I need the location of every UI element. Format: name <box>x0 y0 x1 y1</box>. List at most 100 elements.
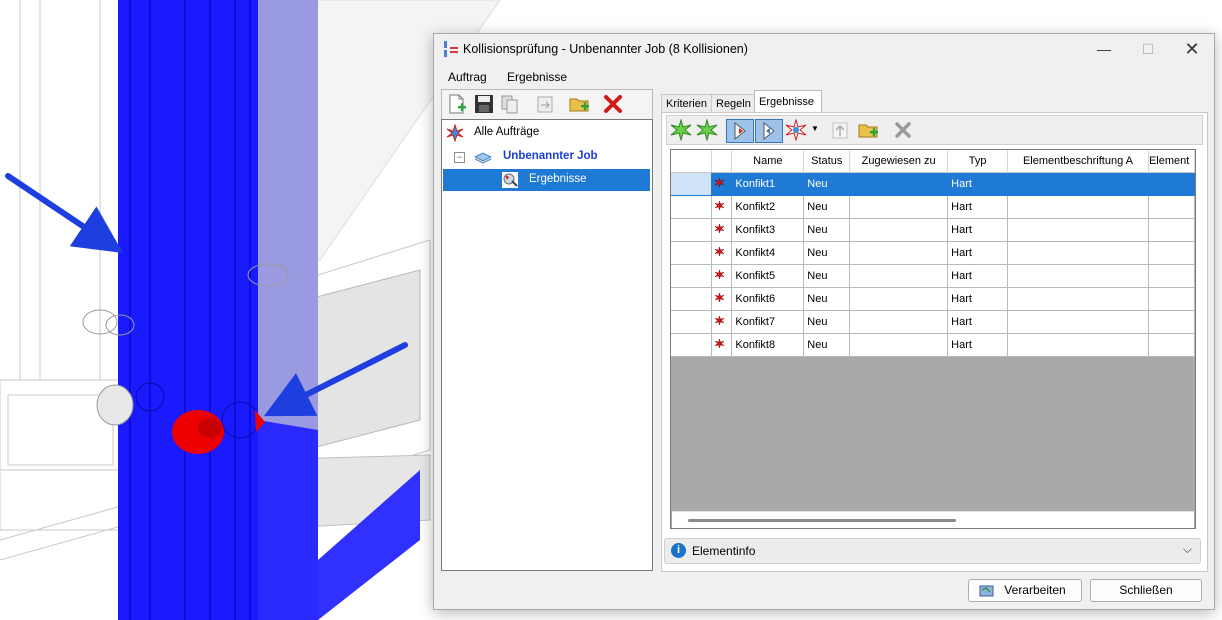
cell-status[interactable]: Neu <box>803 287 851 311</box>
cell-assigned-to[interactable] <box>849 241 949 265</box>
cell-element-label-a[interactable] <box>1007 241 1149 265</box>
cell-name[interactable]: Konfikt7 <box>731 310 805 334</box>
table-row[interactable]: Konfikt2 Neu Hart <box>671 195 1195 219</box>
cell-status[interactable]: Neu <box>803 218 851 242</box>
clash-status-icon-cell[interactable] <box>711 287 733 311</box>
cell-assigned-to[interactable] <box>849 195 949 219</box>
cell-status[interactable]: Neu <box>803 310 851 334</box>
clash-status-icon-cell[interactable] <box>711 333 733 357</box>
menu-auftrag[interactable]: Auftrag <box>448 70 487 84</box>
clash-status-icon-cell[interactable] <box>711 218 733 242</box>
select-element-b-icon[interactable] <box>755 119 783 143</box>
clash-status-icon-cell[interactable] <box>711 310 733 334</box>
process-button[interactable]: Verarbeiten <box>968 579 1082 602</box>
row-header[interactable] <box>671 218 713 242</box>
cell-status[interactable]: Neu <box>803 241 851 265</box>
row-header[interactable] <box>671 172 713 196</box>
title-bar[interactable]: Kollisionsprüfung - Unbenannter Job (8 K… <box>434 34 1214 64</box>
cell-element-label-a[interactable] <box>1007 218 1149 242</box>
cell-type[interactable]: Hart <box>947 264 1009 288</box>
cell-assigned-to[interactable] <box>849 218 949 242</box>
column-header-assigned-to[interactable]: Zugewiesen zu <box>849 150 949 173</box>
cell-name[interactable]: Konfikt5 <box>731 264 805 288</box>
cell-assigned-to[interactable] <box>849 333 949 357</box>
group-clash-icon[interactable] <box>670 119 692 141</box>
table-row[interactable]: Konfikt7 Neu Hart <box>671 310 1195 334</box>
tree-item-job[interactable]: − Unbenannter Job <box>454 146 644 168</box>
cell-element[interactable] <box>1148 195 1195 219</box>
add-folder-icon[interactable] <box>568 93 590 115</box>
dropdown-arrow-icon[interactable]: ▼ <box>811 124 819 133</box>
cell-element-label-a[interactable] <box>1007 195 1149 219</box>
tree-item-all-jobs[interactable]: Alle Aufträge <box>446 122 646 144</box>
row-header[interactable] <box>671 333 713 357</box>
row-header[interactable] <box>671 195 713 219</box>
horizontal-scrollbar[interactable] <box>672 511 1194 528</box>
cell-type[interactable]: Hart <box>947 241 1009 265</box>
clash-status-icon-cell[interactable] <box>711 172 733 196</box>
scrollbar-thumb[interactable] <box>688 519 956 522</box>
minimize-icon[interactable]: — <box>1082 34 1126 64</box>
cell-assigned-to[interactable] <box>849 172 949 196</box>
clash-status-icon-cell[interactable] <box>711 195 733 219</box>
cell-type[interactable]: Hart <box>947 172 1009 196</box>
table-row[interactable]: Konfikt3 Neu Hart <box>671 218 1195 242</box>
cell-element[interactable] <box>1148 287 1195 311</box>
tab-ergebnisse[interactable]: Ergebnisse <box>754 90 822 113</box>
cell-element-label-a[interactable] <box>1007 287 1149 311</box>
cell-type[interactable]: Hart <box>947 218 1009 242</box>
select-element-a-icon[interactable] <box>726 119 754 143</box>
table-row[interactable]: Konfikt4 Neu Hart <box>671 241 1195 265</box>
cell-element[interactable] <box>1148 218 1195 242</box>
cell-name[interactable]: Konfikt6 <box>731 287 805 311</box>
close-button[interactable]: Schließen <box>1090 579 1202 602</box>
column-header-status[interactable]: Status <box>803 150 851 173</box>
menu-ergebnisse[interactable]: Ergebnisse <box>507 70 567 84</box>
cell-element-label-a[interactable] <box>1007 264 1149 288</box>
cell-element-label-a[interactable] <box>1007 172 1149 196</box>
cell-element[interactable] <box>1148 241 1195 265</box>
collapse-expander[interactable]: − <box>454 152 465 163</box>
row-header[interactable] <box>671 241 713 265</box>
cell-element-label-a[interactable] <box>1007 310 1149 334</box>
cell-name[interactable]: Konfikt2 <box>731 195 805 219</box>
column-header-element-label-a[interactable]: Elementbeschriftung A <box>1007 150 1149 173</box>
import-icon[interactable] <box>534 93 556 115</box>
row-header[interactable] <box>671 264 713 288</box>
add-folder-icon[interactable] <box>857 119 879 141</box>
cell-type[interactable]: Hart <box>947 195 1009 219</box>
table-row[interactable]: Konfikt5 Neu Hart <box>671 264 1195 288</box>
table-row[interactable]: Konfikt8 Neu Hart <box>671 333 1195 357</box>
chevron-down-icon[interactable]: ⌵ <box>1183 542 1192 557</box>
move-up-icon[interactable] <box>829 119 851 141</box>
delete-icon[interactable] <box>892 119 914 141</box>
cell-element[interactable] <box>1148 333 1195 357</box>
clash-status-icon-cell[interactable] <box>711 264 733 288</box>
delete-icon[interactable] <box>602 93 624 115</box>
cell-status[interactable]: Neu <box>803 264 851 288</box>
element-info-bar[interactable]: i Elementinfo ⌵ <box>664 538 1201 564</box>
column-header-type[interactable]: Typ <box>947 150 1009 173</box>
cell-status[interactable]: Neu <box>803 172 851 196</box>
ungroup-clash-icon[interactable] <box>696 119 718 141</box>
cell-type[interactable]: Hart <box>947 333 1009 357</box>
copy-icon[interactable] <box>499 93 521 115</box>
cell-assigned-to[interactable] <box>849 287 949 311</box>
cell-name[interactable]: Konfikt3 <box>731 218 805 242</box>
cell-status[interactable]: Neu <box>803 195 851 219</box>
cell-type[interactable]: Hart <box>947 287 1009 311</box>
cell-type[interactable]: Hart <box>947 310 1009 334</box>
cell-status[interactable]: Neu <box>803 333 851 357</box>
maximize-icon[interactable]: ☐ <box>1126 34 1170 64</box>
column-header-element[interactable]: Element <box>1148 150 1195 173</box>
column-header-icon[interactable] <box>711 150 733 173</box>
column-header-name[interactable]: Name <box>731 150 805 173</box>
cell-assigned-to[interactable] <box>849 264 949 288</box>
cell-name[interactable]: Konfikt1 <box>731 172 805 196</box>
tab-kriterien[interactable]: Kriterien <box>661 94 714 113</box>
close-icon[interactable]: ✕ <box>1170 34 1214 64</box>
tab-regeln[interactable]: Regeln <box>711 94 756 113</box>
cell-element-label-a[interactable] <box>1007 333 1149 357</box>
cell-name[interactable]: Konfikt8 <box>731 333 805 357</box>
cell-element[interactable] <box>1148 172 1195 196</box>
